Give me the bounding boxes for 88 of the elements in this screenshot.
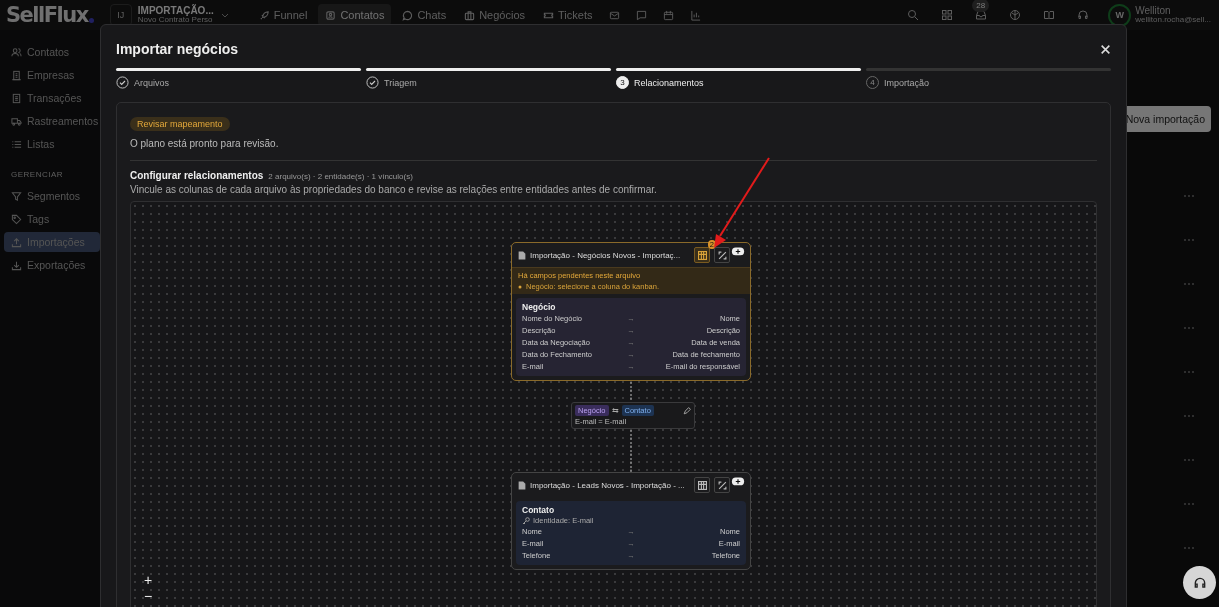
nav-tab[interactable]: Negócios — [457, 4, 533, 26]
users-icon — [11, 46, 22, 58]
step-label: Arquivos — [134, 77, 169, 88]
search-icon[interactable] — [907, 9, 920, 21]
status-badge: Revisar mapeamento — [130, 117, 230, 131]
book-icon[interactable] — [1043, 9, 1056, 21]
more-icon[interactable] — [1183, 326, 1195, 330]
list-icon — [11, 138, 22, 150]
zoom-button[interactable]: + — [141, 572, 156, 588]
chat-icon — [402, 9, 414, 21]
notification-count: 28 — [972, 0, 990, 12]
calendar-icon[interactable] — [663, 9, 675, 21]
section-title: Configurar relacionamentos — [130, 170, 264, 181]
nav-tab[interactable]: Contatos — [318, 4, 392, 26]
headset-icon[interactable] — [1077, 9, 1090, 21]
node-title: Importação - Negócios Novos - Importaç... — [530, 250, 682, 260]
file-icon — [518, 480, 526, 490]
user-email: welliton.rocha@sell... — [1135, 16, 1211, 25]
link-button[interactable] — [714, 247, 730, 263]
file-icon — [518, 250, 526, 260]
zoom-button[interactable]: − — [141, 588, 156, 604]
inbox-icon[interactable] — [975, 9, 988, 21]
table-icon — [697, 480, 707, 490]
tag-icon — [11, 213, 22, 225]
more-icon[interactable] — [1183, 502, 1195, 506]
sidebar-item[interactable]: Empresas — [0, 65, 100, 85]
user-name: Welliton — [1135, 5, 1172, 17]
table-icon — [697, 250, 707, 260]
headset-icon — [1192, 575, 1207, 590]
nav-tab[interactable]: Funnel — [251, 4, 315, 26]
truck-icon — [11, 115, 22, 127]
sidebar-item[interactable]: Segmentos — [0, 186, 100, 206]
add-bubble-icon[interactable] — [731, 477, 745, 487]
columns-button[interactable] — [694, 477, 710, 493]
edit-icon[interactable] — [683, 406, 691, 415]
sidebar-item[interactable]: Exportações — [0, 255, 100, 275]
mail-icon[interactable] — [609, 9, 621, 21]
sidebar-item[interactable]: Rastreamentos — [0, 111, 100, 131]
link-icon — [717, 480, 727, 490]
dialog-title: Importar negócios — [116, 41, 239, 57]
step-number: 3 — [616, 76, 629, 89]
receipt-icon — [11, 92, 22, 104]
sidebar-item[interactable]: Listas — [0, 134, 100, 154]
nav-tab[interactable]: Chats — [395, 4, 454, 26]
grid-icon[interactable] — [941, 9, 954, 21]
sidebar-item[interactable]: Tags — [0, 209, 100, 229]
help-button[interactable] — [1183, 566, 1216, 599]
bullet-icon — [518, 284, 522, 289]
nav-tab[interactable]: Tickets — [536, 4, 600, 26]
chart-icon[interactable] — [690, 9, 702, 21]
step-label: Importação — [884, 77, 930, 88]
file-node[interactable] — [511, 242, 751, 381]
logo[interactable]: SellFlux — [6, 3, 88, 27]
status-text: O plano está pronto para revisão. — [130, 138, 279, 149]
more-icon[interactable] — [1183, 370, 1195, 374]
sidebar-item[interactable]: Contatos — [0, 42, 100, 62]
section-description: Vincule as colunas de cada arquivo às propriedades do banco e revise as relações entre entidades antes de confirmar. — [130, 184, 657, 195]
upload-icon — [11, 236, 22, 248]
entity-name: Contato — [522, 505, 556, 515]
filter-icon — [11, 190, 22, 202]
more-icon[interactable] — [1183, 238, 1195, 242]
rocket-icon — [258, 9, 270, 21]
add-bubble-icon[interactable] — [731, 247, 745, 257]
node-title: Importação - Leads Novos - Importação - ... — [530, 480, 686, 490]
swap-symbol: ⇆ — [611, 406, 619, 415]
briefcase-icon — [464, 9, 476, 21]
section-label: GERENCIAR — [10, 169, 65, 181]
sidebar-item[interactable]: Transações — [0, 88, 100, 108]
dot-icon — [88, 18, 94, 23]
link-icon — [717, 250, 727, 260]
step-label: Relacionamentos — [634, 77, 704, 88]
close-icon[interactable] — [1100, 43, 1111, 55]
more-icon[interactable] — [1183, 194, 1195, 198]
step-label: Triagem — [384, 77, 417, 88]
download-icon — [11, 259, 22, 271]
section-meta: 2 arquivo(s) · 2 entidade(s) · 1 vínculo(s) — [268, 172, 413, 181]
globe-icon[interactable] — [1009, 9, 1022, 21]
contact-card-icon — [325, 9, 337, 21]
entity-name: Negócio — [522, 302, 557, 312]
more-icon[interactable] — [1183, 546, 1195, 550]
message-icon[interactable] — [636, 9, 648, 21]
more-icon[interactable] — [1183, 414, 1195, 418]
building-icon — [11, 69, 22, 81]
more-icon[interactable] — [1183, 458, 1195, 462]
key-icon — [522, 516, 530, 525]
link-button[interactable] — [714, 477, 730, 493]
columns-button[interactable] — [694, 247, 710, 263]
more-icon[interactable] — [1183, 282, 1195, 286]
